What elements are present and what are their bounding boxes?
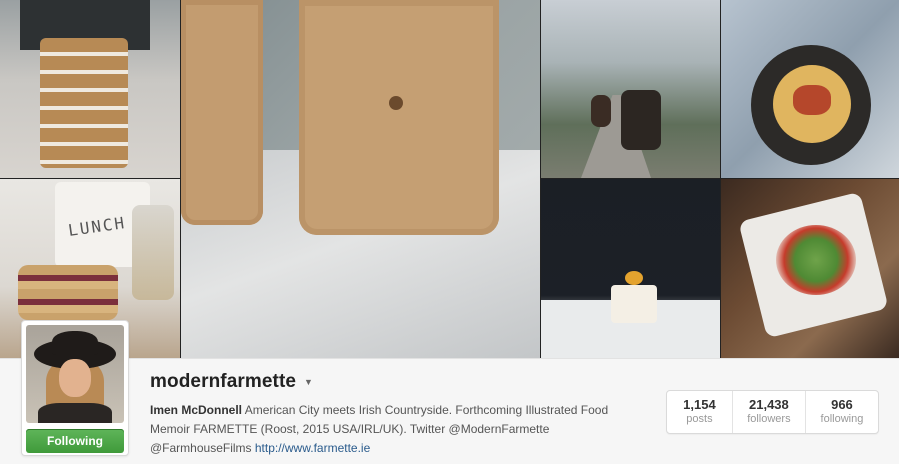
cake bbox=[611, 285, 657, 323]
avatar[interactable] bbox=[26, 325, 124, 423]
sauce bbox=[793, 85, 831, 115]
following-button[interactable]: Following bbox=[26, 429, 124, 453]
avatar-card: Following bbox=[21, 320, 129, 456]
salad bbox=[776, 225, 856, 295]
username-row: modernfarmette ▼ bbox=[150, 371, 313, 393]
horse-rider bbox=[591, 95, 611, 127]
photo-tile-salad-plate[interactable] bbox=[721, 179, 899, 358]
jar bbox=[132, 205, 174, 300]
avatar-face bbox=[59, 359, 91, 397]
cookie-right bbox=[299, 0, 499, 235]
stat-followers[interactable]: 21,438 followers bbox=[731, 391, 805, 433]
stat-followers-count: 21,438 bbox=[749, 397, 789, 412]
cake-topping bbox=[625, 271, 643, 285]
photo-tile-cookie-stack[interactable] bbox=[0, 0, 180, 178]
photo-tile-pancake-pan[interactable] bbox=[721, 0, 899, 178]
photo-tile-horse-riders[interactable] bbox=[541, 0, 720, 178]
caret-down-icon[interactable]: ▼ bbox=[304, 377, 313, 387]
stat-following[interactable]: 966 following bbox=[804, 391, 878, 433]
stat-following-count: 966 bbox=[831, 397, 853, 412]
profile-bio: Imen McDonnell American City meets Irish… bbox=[150, 401, 630, 458]
username: modernfarmette bbox=[150, 371, 297, 392]
cookie-dock-hole bbox=[389, 96, 403, 110]
photo-mosaic: LUNCH bbox=[0, 0, 899, 358]
sandwich bbox=[18, 265, 118, 320]
stat-posts-label: posts bbox=[686, 413, 713, 425]
bio-full-name: Imen McDonnell bbox=[150, 403, 243, 417]
bio-link[interactable]: http://www.farmette.ie bbox=[255, 441, 370, 455]
stat-posts-count: 1,154 bbox=[683, 397, 716, 412]
photo-tile-cake[interactable] bbox=[541, 179, 720, 358]
photo-tile-cookies-on-paper[interactable] bbox=[181, 0, 540, 358]
profile-stats: 1,154 posts 21,438 followers 966 followi… bbox=[666, 390, 879, 434]
stat-followers-label: followers bbox=[747, 413, 791, 425]
stat-following-label: following bbox=[820, 413, 864, 425]
cookie-left bbox=[181, 0, 263, 225]
avatar-shirt bbox=[38, 403, 112, 423]
stat-posts[interactable]: 1,154 posts bbox=[667, 391, 732, 433]
horse-rider bbox=[621, 90, 661, 150]
cookie-stack bbox=[40, 38, 128, 168]
avatar-hat-crown bbox=[52, 331, 98, 355]
